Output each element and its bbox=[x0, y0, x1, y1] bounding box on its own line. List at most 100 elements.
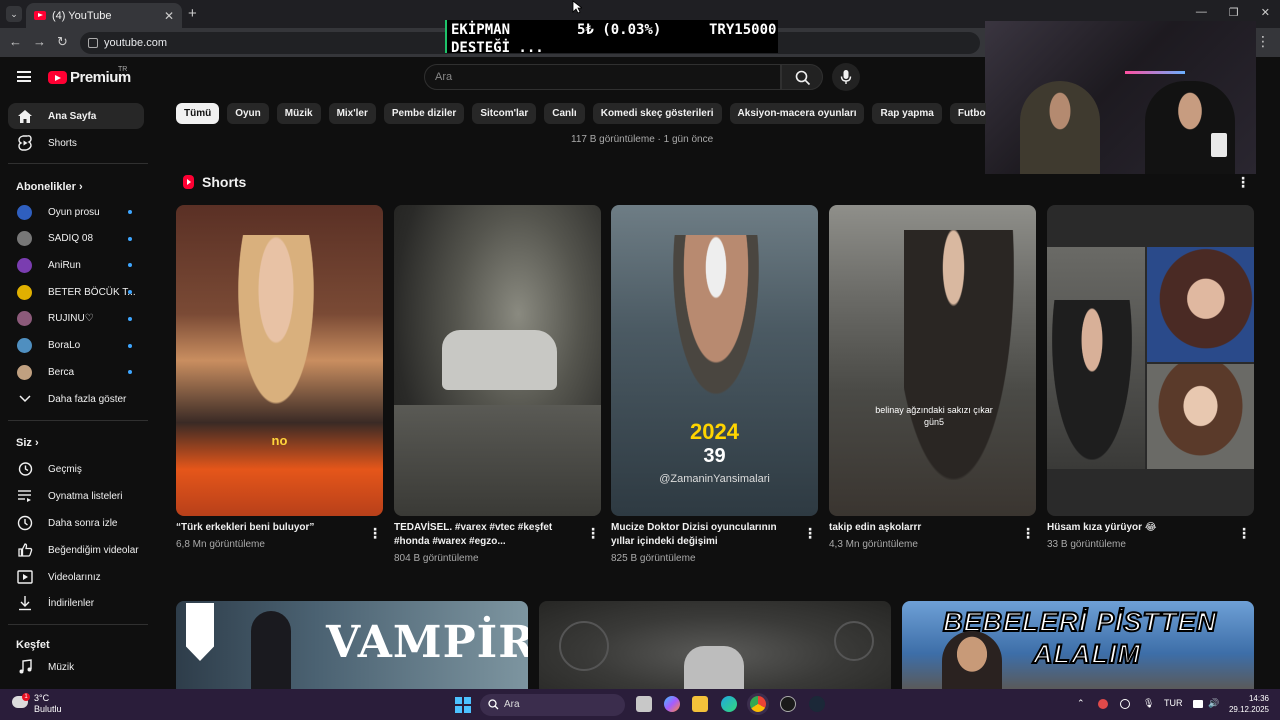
restore-button[interactable]: ❐ bbox=[1229, 6, 1239, 19]
channel-avatar bbox=[17, 364, 32, 380]
input-language[interactable]: TUR bbox=[1164, 698, 1183, 708]
sidebar-item-watch-later[interactable]: Daha sonra izle bbox=[8, 510, 144, 536]
video-thumbnail[interactable] bbox=[539, 601, 891, 689]
subscription-item[interactable]: RUJINU♡ bbox=[8, 306, 144, 332]
video-thumbnail[interactable]: VAMPİR bbox=[176, 601, 528, 689]
obs-icon[interactable] bbox=[780, 696, 796, 712]
youtube-premium-logo[interactable]: Premium TR bbox=[48, 66, 131, 86]
tab-close-icon[interactable]: ✕ bbox=[164, 9, 174, 23]
file-explorer-icon[interactable] bbox=[692, 696, 708, 712]
subscription-label: BoraLo bbox=[48, 340, 81, 351]
short-title[interactable]: TEDAVİSEL. #varex #vtec #keşfet #honda #… bbox=[394, 521, 574, 549]
sidebar-item-history[interactable]: Geçmiş bbox=[8, 456, 144, 482]
sidebar-item-your-videos[interactable]: Videolarınız bbox=[8, 564, 144, 590]
weather-widget[interactable]: 1 3°C Bulutlu bbox=[10, 693, 62, 715]
edge-icon[interactable] bbox=[721, 696, 737, 712]
short-menu-icon[interactable]: ⋮ bbox=[586, 525, 600, 542]
filter-chip[interactable]: Pembe diziler bbox=[383, 103, 465, 124]
thumbnail-car bbox=[442, 330, 557, 390]
search-input[interactable]: Ara bbox=[424, 64, 781, 90]
sidebar-item-downloads[interactable]: İndirilenler bbox=[8, 590, 144, 616]
new-content-dot bbox=[128, 370, 132, 375]
subscription-item[interactable]: Oyun prosu bbox=[8, 199, 144, 225]
tray-mic-icon[interactable]: 🎙 bbox=[1143, 698, 1154, 709]
music-icon bbox=[16, 658, 34, 676]
sidebar-item-shorts[interactable]: Shorts bbox=[8, 130, 144, 156]
sidebar-divider bbox=[8, 420, 148, 421]
tray-sync-icon[interactable] bbox=[1120, 699, 1130, 709]
short-title[interactable]: Hüsam kıza yürüyor 😂 bbox=[1047, 521, 1227, 535]
url-text: youtube.com bbox=[104, 37, 167, 49]
filter-chip[interactable]: Futbol bbox=[949, 103, 986, 124]
filter-chip[interactable]: Canlı bbox=[544, 103, 585, 124]
you-heading[interactable]: Siz › bbox=[16, 437, 39, 449]
short-thumbnail[interactable]: 2024 39 @ZamaninYansimalari bbox=[611, 205, 818, 516]
minimize-button[interactable]: — bbox=[1196, 6, 1207, 19]
subscription-item[interactable]: SADIQ 08 bbox=[8, 226, 144, 252]
site-info-icon[interactable] bbox=[88, 38, 98, 48]
short-title[interactable]: “Türk erkekleri beni buluyor” bbox=[176, 521, 356, 535]
chevron-down-icon bbox=[16, 390, 34, 408]
steam-icon[interactable] bbox=[809, 696, 825, 712]
sidebar-item-music[interactable]: Müzik bbox=[8, 654, 144, 680]
subscription-item[interactable]: BoraLo bbox=[8, 333, 144, 359]
system-clock[interactable]: 14:36 29.12.2025 bbox=[1229, 693, 1269, 715]
video-thumbnail-text: VAMPİR bbox=[326, 617, 528, 668]
sidebar-item-label: Videolarınız bbox=[48, 571, 101, 583]
window-close-button[interactable]: ✕ bbox=[1261, 6, 1270, 19]
volume-icon[interactable]: 🔊 bbox=[1208, 698, 1219, 709]
thumbnail-figure bbox=[942, 631, 1002, 689]
tab-search-menu-button[interactable]: ⌄ bbox=[6, 6, 22, 22]
browser-menu-icon[interactable]: ⋮ bbox=[1256, 33, 1270, 50]
short-menu-icon[interactable]: ⋮ bbox=[1237, 525, 1251, 542]
tray-app-icon[interactable] bbox=[1098, 699, 1108, 709]
filter-chip[interactable]: Müzik bbox=[276, 103, 321, 124]
filter-chip[interactable]: Sitcom'lar bbox=[472, 103, 537, 124]
short-thumbnail[interactable] bbox=[1047, 205, 1254, 516]
filter-chip[interactable]: Tümü bbox=[176, 103, 220, 124]
reload-icon[interactable]: ↻ bbox=[57, 34, 68, 50]
subscription-item[interactable]: BETER BÖCÜK T... bbox=[8, 279, 144, 305]
video-thumbnail[interactable]: BEBELERİ PİSTTEN ALALIM bbox=[902, 601, 1254, 689]
filter-chip[interactable]: Mix'ler bbox=[328, 103, 376, 124]
tray-overflow-icon[interactable]: ⌃ bbox=[1077, 698, 1085, 709]
tab-title: (4) YouTube bbox=[52, 9, 112, 22]
taskbar-search[interactable]: Ara bbox=[480, 694, 625, 716]
back-arrow-icon[interactable]: ← bbox=[9, 34, 22, 49]
subscription-item[interactable]: Berca bbox=[8, 359, 144, 385]
short-menu-icon[interactable]: ⋮ bbox=[1021, 525, 1035, 542]
sidebar-item-home[interactable]: Ana Sayfa bbox=[8, 103, 144, 129]
shorts-logo-icon bbox=[183, 175, 194, 189]
short-thumbnail[interactable] bbox=[394, 205, 601, 516]
filter-chip[interactable]: Aksiyon-macera oyunları bbox=[729, 103, 865, 124]
display-icon[interactable] bbox=[1193, 700, 1203, 708]
filter-chip[interactable]: Komedi skeç gösterileri bbox=[592, 103, 722, 124]
voice-search-button[interactable] bbox=[832, 63, 860, 91]
windows-start-button[interactable] bbox=[455, 697, 471, 713]
chrome-icon[interactable] bbox=[750, 696, 766, 712]
shorts-menu-icon[interactable]: ⋮ bbox=[1236, 174, 1250, 191]
short-menu-icon[interactable]: ⋮ bbox=[803, 525, 817, 542]
sidebar-item-liked[interactable]: Beğendiğim videolar bbox=[8, 537, 144, 563]
filter-chip[interactable]: Rap yapma bbox=[872, 103, 942, 124]
new-tab-button[interactable]: + bbox=[188, 5, 197, 22]
forward-arrow-icon[interactable]: → bbox=[33, 34, 46, 49]
short-thumbnail[interactable]: belinay ağzındaki sakızı çıkar gün5 bbox=[829, 205, 1036, 516]
history-icon bbox=[16, 460, 34, 478]
filter-chip[interactable]: Oyun bbox=[227, 103, 269, 124]
browser-tab-youtube[interactable]: (4) YouTube ✕ bbox=[26, 3, 182, 28]
search-button[interactable] bbox=[781, 64, 823, 90]
sidebar-item-playlists[interactable]: Oynatma listeleri bbox=[8, 483, 144, 509]
short-title[interactable]: Mucize Doktor Dizisi oyuncularının yılla… bbox=[611, 521, 791, 549]
sidebar-item-label: Daha fazla göster bbox=[48, 393, 127, 405]
hamburger-menu-icon[interactable] bbox=[17, 71, 31, 82]
short-thumbnail[interactable]: no bbox=[176, 205, 383, 516]
show-more-subscriptions[interactable]: Daha fazla göster bbox=[8, 386, 144, 412]
task-view-icon[interactable] bbox=[636, 696, 652, 712]
short-menu-icon[interactable]: ⋮ bbox=[368, 525, 382, 542]
short-title[interactable]: takip edin aşkolarrr bbox=[829, 521, 1009, 535]
subscription-item[interactable]: AniRun bbox=[8, 252, 144, 278]
clock-time: 14:36 bbox=[1248, 694, 1269, 703]
subscriptions-heading[interactable]: Abonelikler › bbox=[16, 181, 83, 193]
copilot-icon[interactable] bbox=[664, 696, 680, 712]
